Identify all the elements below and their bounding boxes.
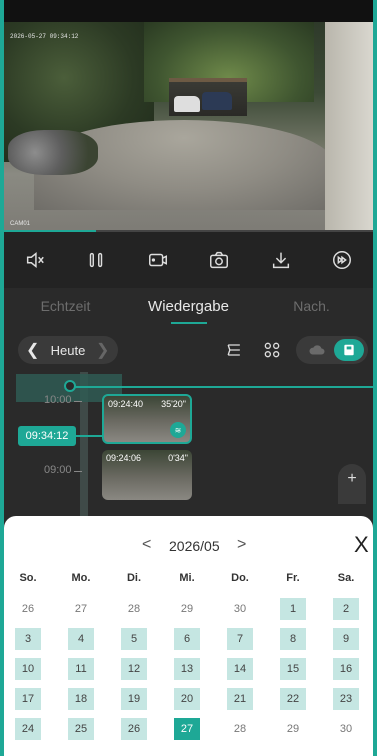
clip-duration: 0'34"	[168, 453, 188, 463]
timeline-handle[interactable]	[64, 380, 76, 392]
calendar-day[interactable]: 26	[121, 718, 147, 740]
snapshot-button[interactable]	[203, 244, 235, 276]
day-selector: ❮ Heute ❯	[18, 336, 118, 364]
weekday-label: Fr.	[286, 572, 300, 584]
video-player[interactable]: 2026-05-27 09:34:12 CAM01	[4, 0, 373, 232]
calendar-day[interactable]: 5	[121, 628, 147, 650]
camera-label: CAM01	[10, 221, 31, 227]
weekday-label: Sa.	[337, 572, 355, 584]
calendar-day-selected[interactable]: 27	[174, 718, 200, 740]
calendar-day[interactable]: 9	[333, 628, 359, 650]
recording-clip[interactable]: 09:24:06 0'34"	[102, 450, 192, 500]
storage-toggle[interactable]	[296, 336, 368, 364]
tab-nach[interactable]: Nach.	[250, 288, 373, 328]
next-day-icon[interactable]: ❯	[96, 340, 110, 360]
next-month-icon[interactable]: >	[237, 536, 246, 554]
calendar-day[interactable]: 19	[121, 688, 147, 710]
pause-button[interactable]	[80, 244, 112, 276]
calendar-day[interactable]: 28	[227, 718, 253, 740]
app-screen: 2026-05-27 09:34:12 CAM01 Echtzeit Wiede…	[4, 0, 373, 756]
calendar-day[interactable]: 4	[68, 628, 94, 650]
calendar-day[interactable]: 28	[121, 598, 147, 620]
weekday-label: Di.	[126, 572, 142, 584]
recording-clip[interactable]: 09:24:40 35'20" ≋	[102, 394, 192, 444]
calendar-day[interactable]: 10	[15, 658, 41, 680]
filter-list-icon	[227, 344, 240, 356]
filter-button[interactable]	[222, 338, 246, 362]
hour-label: 10:00	[44, 394, 72, 406]
calendar-day[interactable]: 12	[121, 658, 147, 680]
video-timestamp: 2026-05-27 09:34:12	[10, 33, 79, 40]
calendar-day[interactable]: 29	[280, 718, 306, 740]
tab-echtzeit[interactable]: Echtzeit	[4, 288, 127, 328]
previous-month-icon[interactable]: <	[142, 536, 151, 554]
player-controls	[4, 232, 373, 288]
hour-label: 09:00	[44, 464, 72, 476]
mute-button[interactable]	[19, 244, 51, 276]
calendar-day[interactable]: 26	[15, 598, 41, 620]
calendar-day[interactable]: 23	[333, 688, 359, 710]
calendar-month-title: 2026/05	[169, 538, 220, 554]
calendar-day[interactable]: 30	[333, 718, 359, 740]
day-label[interactable]: Heute	[40, 343, 96, 358]
download-icon	[272, 252, 289, 269]
camera-icon	[210, 251, 229, 269]
calendar-day[interactable]: 7	[227, 628, 253, 650]
calendar-day[interactable]: 24	[15, 718, 41, 740]
calendar-day[interactable]: 25	[68, 718, 94, 740]
calendar-day[interactable]: 13	[174, 658, 200, 680]
calendar-day[interactable]: 30	[227, 598, 253, 620]
clip-time: 09:24:40	[108, 399, 144, 409]
calendar-day[interactable]: 1	[280, 598, 306, 620]
sd-card-icon	[344, 344, 354, 356]
calendar-day[interactable]: 18	[68, 688, 94, 710]
calendar-day[interactable]: 8	[280, 628, 306, 650]
grid-icon	[264, 342, 280, 358]
record-icon	[148, 253, 167, 267]
record-button[interactable]	[142, 244, 174, 276]
calendar-sheet: < 2026/05 > X So. Mo. Di. Mi. Do. Fr. Sa. 26 27…	[4, 516, 373, 756]
zoom-in-button[interactable]: +	[338, 464, 366, 504]
audio-wave-icon: ≋	[170, 422, 186, 438]
sd-card-option[interactable]	[334, 339, 364, 361]
calendar-day[interactable]: 29	[174, 598, 200, 620]
clip-time: 09:24:06	[106, 453, 142, 463]
weekday-label: Do.	[231, 572, 249, 584]
grid-view-button[interactable]	[260, 338, 284, 362]
timeline-cursor-line	[74, 386, 373, 388]
calendar-day[interactable]: 2	[333, 598, 359, 620]
calendar-day[interactable]: 14	[227, 658, 253, 680]
status-bar	[4, 0, 373, 22]
weekday-label: So.	[19, 572, 37, 584]
fast-forward-button[interactable]	[326, 244, 358, 276]
calendar-header: < 2026/05 > X	[4, 532, 373, 558]
current-time-badge: 09:34:12	[18, 426, 76, 446]
calendar-day[interactable]: 11	[68, 658, 94, 680]
cloud-icon[interactable]	[308, 342, 326, 358]
calendar-day[interactable]: 20	[174, 688, 200, 710]
mode-tabs: Echtzeit Wiedergabe Nach.	[4, 288, 373, 328]
weekday-label: Mi.	[179, 572, 195, 584]
tab-wiedergabe[interactable]: Wiedergabe	[127, 288, 250, 328]
close-icon[interactable]: X	[354, 532, 369, 558]
calendar-day[interactable]: 17	[15, 688, 41, 710]
mute-icon	[26, 252, 44, 268]
pause-icon	[90, 252, 103, 268]
weekday-label: Mo.	[71, 572, 91, 584]
calendar-day[interactable]: 3	[15, 628, 41, 650]
previous-day-icon[interactable]: ❮	[26, 340, 40, 360]
calendar-day[interactable]: 22	[280, 688, 306, 710]
download-button[interactable]	[265, 244, 297, 276]
active-tab-indicator	[170, 322, 207, 324]
timeline[interactable]: 10:00 09:00 09:34:12 09:24:40 35'20" ≋ 0…	[4, 372, 373, 522]
calendar-day[interactable]: 16	[333, 658, 359, 680]
fast-forward-icon	[333, 251, 352, 269]
clip-duration: 35'20"	[161, 399, 186, 409]
calendar-day[interactable]: 6	[174, 628, 200, 650]
calendar-day[interactable]: 27	[68, 598, 94, 620]
calendar-day[interactable]: 15	[280, 658, 306, 680]
calendar-day[interactable]: 21	[227, 688, 253, 710]
